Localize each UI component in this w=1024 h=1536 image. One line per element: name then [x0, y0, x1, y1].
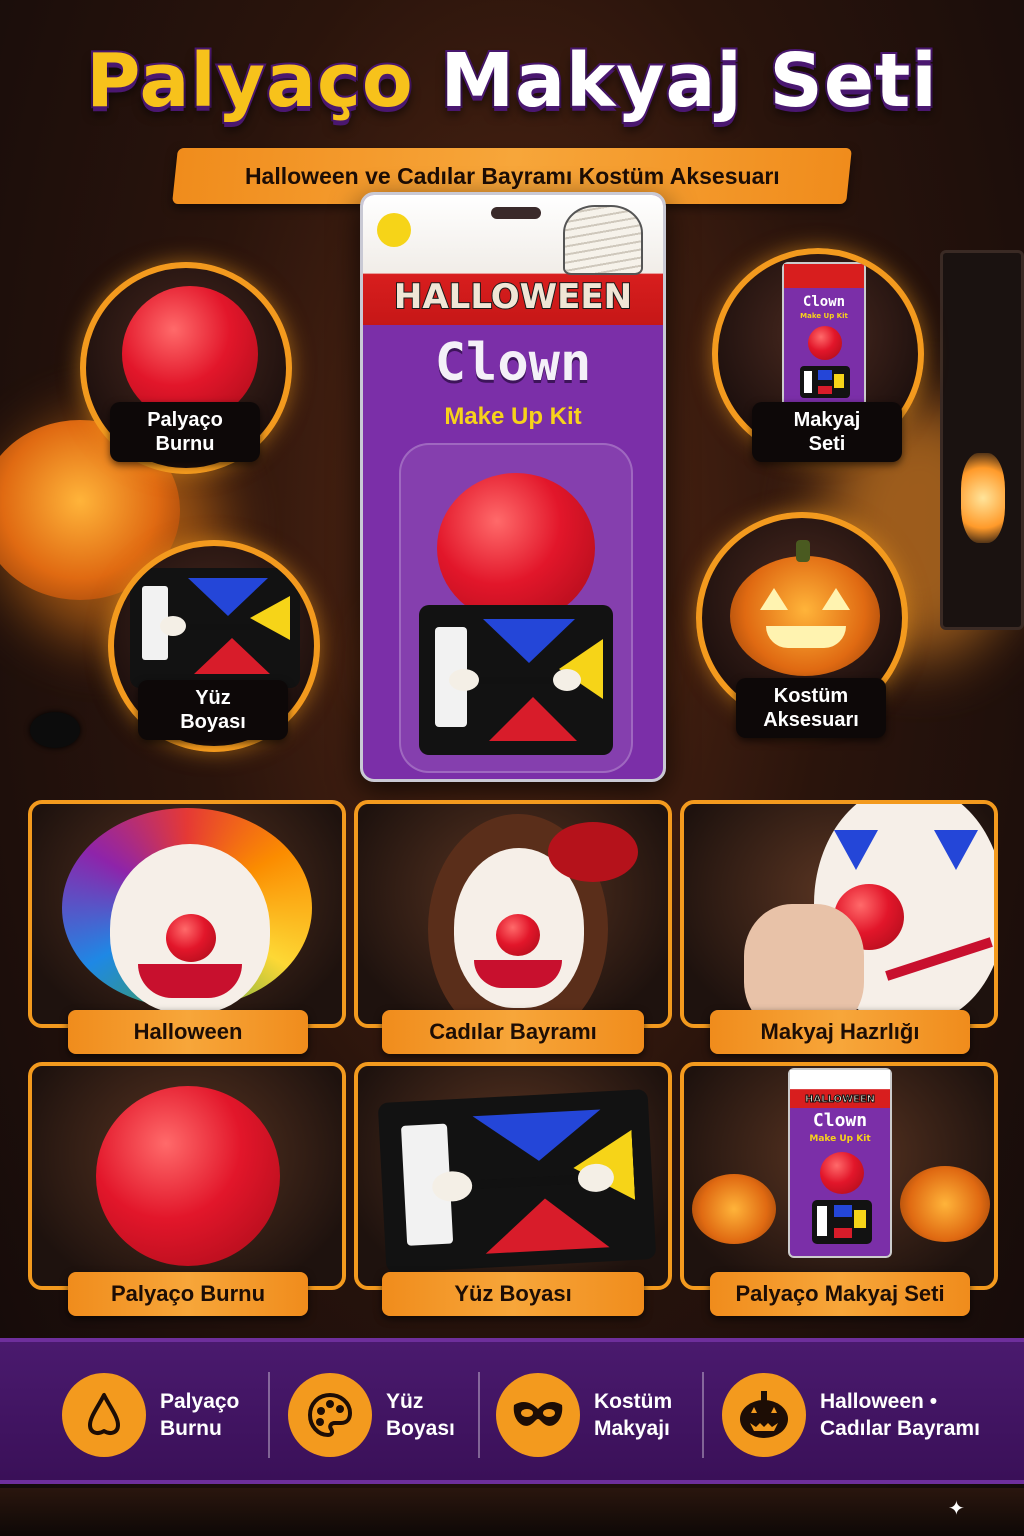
- mummy-icon: [563, 205, 643, 275]
- mini-package-image: Clown Make Up Kit: [782, 262, 866, 408]
- card-label-yuz-boyasi: Yüz Boyası: [382, 1272, 644, 1316]
- feature-item-paint: Yüz Boyası: [288, 1370, 455, 1460]
- divider: [478, 1372, 480, 1458]
- clown-nose-image: [96, 1086, 280, 1266]
- card-label-halloween: Halloween: [68, 1010, 308, 1054]
- jack-o-lantern-image: [730, 556, 880, 676]
- face-paint-palette-image: [377, 1089, 657, 1273]
- feature-item-halloween: Halloween • Cadılar Bayramı: [722, 1370, 980, 1460]
- package-kit-label: Make Up Kit: [444, 403, 582, 430]
- feature-item-nose: Palyaço Burnu: [62, 1370, 239, 1460]
- product-package: HALLOWEEN Clown Make Up Kit: [360, 192, 666, 782]
- feature-bar: Palyaço Burnu Yüz Boyası Kostüm Makyajı …: [0, 1338, 1024, 1484]
- card-label-makyaj-hazirligi: Makyaj Hazrlığı: [710, 1010, 970, 1054]
- face-paint-palette-image: [419, 605, 613, 755]
- divider: [268, 1372, 270, 1458]
- mask-icon: [496, 1373, 580, 1457]
- photo-card-halloween: [28, 800, 346, 1028]
- page-title: Palyaço Makyaj Seti: [0, 36, 1024, 126]
- background-lantern: [940, 250, 1024, 630]
- spider-icon: [30, 712, 80, 748]
- package-product-name: Clown: [434, 333, 592, 393]
- photo-card-cadilar-bayrami: [354, 800, 672, 1028]
- photo-card-makyaj-hazirligi: [680, 800, 998, 1028]
- mini-package-image: HALLOWEEN Clown Make Up Kit: [788, 1068, 892, 1258]
- nose-icon: [62, 1373, 146, 1457]
- jester-headband: [548, 822, 638, 882]
- card-label-palyaco-makyaj-seti: Palyaço Makyaj Seti: [710, 1272, 970, 1316]
- card-label-cadilar-bayrami: Cadılar Bayramı: [382, 1010, 644, 1054]
- face-paint-palette-image: [130, 568, 300, 688]
- photo-card-palyaco-burnu: [28, 1062, 346, 1290]
- title-part2: Makyaj Seti: [438, 36, 938, 126]
- ground-decoration: [0, 1488, 1024, 1536]
- jack-o-lantern-image: [900, 1166, 990, 1242]
- circle-label-costume: Kostüm Aksesuarı: [736, 678, 886, 738]
- card-label-palyaco-burnu: Palyaço Burnu: [68, 1272, 308, 1316]
- subtitle-text: Halloween ve Cadılar Bayramı Kostüm Akse…: [244, 162, 780, 189]
- palette-icon: [288, 1373, 372, 1457]
- moon-icon: [377, 213, 411, 247]
- title-part1: Palyaço: [84, 36, 414, 126]
- jack-o-lantern-image: [692, 1174, 776, 1244]
- photo-card-palyaco-makyaj-seti: HALLOWEEN Clown Make Up Kit: [680, 1062, 998, 1290]
- package-hang-hole: [491, 207, 541, 219]
- divider: [702, 1372, 704, 1458]
- photo-card-yuz-boyasi: [354, 1062, 672, 1290]
- package-brand: HALLOWEEN: [393, 276, 633, 318]
- pumpkin-icon: [722, 1373, 806, 1457]
- circle-label-nose: Palyaço Burnu: [110, 402, 260, 462]
- circle-label-kit: Makyaj Seti: [752, 402, 902, 462]
- feature-item-costume: Kostüm Makyajı: [496, 1370, 672, 1460]
- sparkle-icon: ✦: [948, 1496, 965, 1520]
- circle-label-paint: Yüz Boyası: [138, 680, 288, 740]
- clown-nose-image: [437, 473, 595, 623]
